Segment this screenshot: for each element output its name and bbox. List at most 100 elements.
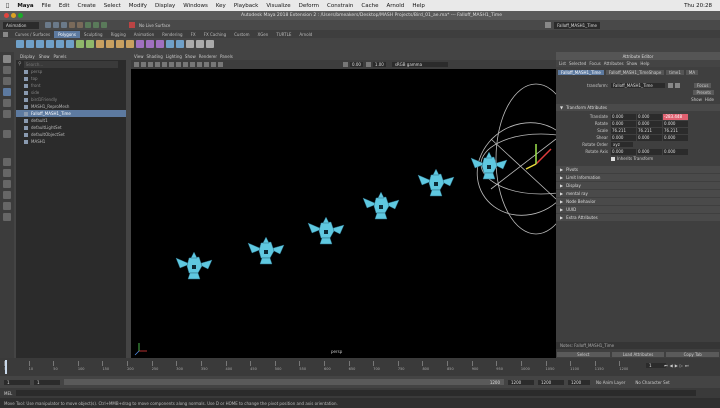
- bridge-icon[interactable]: [106, 40, 114, 48]
- notes-label[interactable]: Notes: Falloff_MASH1_Time: [560, 343, 614, 348]
- attr-field[interactable]: 76.211: [611, 127, 636, 134]
- tab-xgen[interactable]: XGen: [253, 31, 272, 38]
- step-back-icon[interactable]: ◀: [670, 363, 673, 368]
- ae-menu-attributes[interactable]: Attributes: [604, 61, 624, 66]
- auto-map-icon[interactable]: [206, 40, 214, 48]
- attr-field[interactable]: 0.000: [611, 120, 636, 127]
- attr-field[interactable]: 76.211: [663, 127, 688, 134]
- poly-cylinder-icon[interactable]: [36, 40, 44, 48]
- section-collapsed[interactable]: ▶ mental ray: [556, 190, 720, 197]
- vp-motion-blur-icon[interactable]: [211, 62, 216, 67]
- menu-constrain[interactable]: Constrain: [327, 3, 353, 9]
- planar-map-icon[interactable]: [196, 40, 204, 48]
- attr-field[interactable]: 0.000: [663, 120, 688, 127]
- vp-texture-icon[interactable]: [155, 62, 160, 67]
- menu-modify[interactable]: Modify: [129, 3, 147, 9]
- viewport-panel[interactable]: View Shading Lighting Show Renderer Pane…: [131, 52, 556, 358]
- menu-select[interactable]: Select: [104, 3, 121, 9]
- vp-menu-panels[interactable]: Panels: [220, 54, 233, 59]
- new-scene-icon[interactable]: [45, 22, 51, 28]
- falloff-name-field[interactable]: Falloff_MASH1_Time: [554, 21, 600, 29]
- vp-exposure-field[interactable]: 0.00: [350, 62, 363, 67]
- outliner-item[interactable]: default1: [16, 117, 126, 124]
- menu-visualize[interactable]: Visualize: [266, 3, 290, 9]
- outliner-item[interactable]: MASH1_ReproMesh: [16, 103, 126, 110]
- outliner-search-input[interactable]: [23, 60, 118, 68]
- transform-name-field[interactable]: Falloff_MASH1_Time: [611, 83, 665, 88]
- section-collapsed[interactable]: ▶ Display: [556, 182, 720, 189]
- vp-colorspace-select[interactable]: sRGB gamma: [391, 62, 448, 67]
- combine-icon[interactable]: [76, 40, 84, 48]
- tab-arnold[interactable]: Arnold: [295, 31, 316, 38]
- poly-cube-icon[interactable]: [26, 40, 34, 48]
- go-to-start-icon[interactable]: ⏮: [664, 363, 668, 368]
- tab-fx[interactable]: FX: [187, 31, 200, 38]
- tab-animation[interactable]: Animation: [130, 31, 158, 38]
- section-collapsed[interactable]: ▶ Pivots: [556, 166, 720, 173]
- play-forward-icon[interactable]: ▶: [675, 363, 678, 368]
- ae-menu-focus[interactable]: Focus: [589, 61, 600, 66]
- vp-grid-icon[interactable]: [176, 62, 181, 67]
- uv-editor-icon[interactable]: [186, 40, 194, 48]
- current-frame-field[interactable]: 1: [646, 363, 666, 368]
- select-component-icon[interactable]: [101, 22, 107, 28]
- move-tool-icon[interactable]: [3, 88, 11, 96]
- time-slider[interactable]: 5105010015020025030035040045050055060065…: [0, 358, 720, 376]
- vp-menu-show[interactable]: Show: [185, 54, 196, 59]
- bird-instance[interactable]: [247, 236, 285, 265]
- anim-layer-select[interactable]: No Anim Layer: [596, 380, 625, 385]
- tab-curves-surfaces[interactable]: Curves / Surfaces: [11, 31, 54, 38]
- magnet-icon[interactable]: [129, 22, 135, 28]
- menu-deform[interactable]: Deform: [299, 3, 319, 9]
- go-to-input-icon[interactable]: [668, 83, 673, 88]
- vp-menu-lighting[interactable]: Lighting: [166, 54, 182, 59]
- section-transform-attributes[interactable]: ▼ Transform Attributes: [556, 104, 720, 111]
- extrude-icon[interactable]: [96, 40, 104, 48]
- tab-rigging[interactable]: Rigging: [107, 31, 130, 38]
- section-collapsed[interactable]: ▶ Extra Attributes: [556, 214, 720, 221]
- scale-tool-icon[interactable]: [3, 110, 11, 118]
- attr-field[interactable]: 76.211: [637, 127, 662, 134]
- edge-loop-icon[interactable]: [156, 40, 164, 48]
- vp-camera-icon[interactable]: [134, 62, 139, 67]
- outliner-item[interactable]: top: [16, 75, 126, 82]
- menu-windows[interactable]: Windows: [183, 3, 208, 9]
- go-to-output-icon[interactable]: [675, 83, 680, 88]
- workspace-selector[interactable]: Animation: [3, 21, 39, 29]
- fps-field[interactable]: 1200: [568, 379, 590, 385]
- show-label[interactable]: Show: [691, 97, 702, 102]
- inherits-checkbox[interactable]: [611, 156, 615, 161]
- outliner-item[interactable]: Falloff_MASH1_Time: [16, 110, 126, 117]
- vp-gamma-icon[interactable]: [365, 62, 371, 67]
- layout-single-icon[interactable]: [3, 158, 11, 166]
- rotate-axis-z[interactable]: 0.000: [663, 148, 688, 155]
- attr-field[interactable]: 0.000: [611, 134, 636, 141]
- select-hierarchy-icon[interactable]: [85, 22, 91, 28]
- command-input[interactable]: [16, 390, 697, 396]
- bird-instance[interactable]: [362, 191, 400, 220]
- ae-tab-transform[interactable]: Falloff_MASH1_Time: [558, 70, 604, 75]
- minimize-icon[interactable]: [11, 13, 16, 18]
- attr-field[interactable]: -283.448: [663, 113, 688, 120]
- tab-polygons[interactable]: Polygons: [54, 30, 80, 38]
- vp-shadows-icon[interactable]: [169, 62, 174, 67]
- tab-custom[interactable]: Custom: [230, 31, 253, 38]
- tab-turtle[interactable]: TURTLE: [272, 31, 295, 38]
- poly-sphere-icon[interactable]: [16, 40, 24, 48]
- outliner-item[interactable]: front: [16, 82, 126, 89]
- poly-cone-icon[interactable]: [46, 40, 54, 48]
- mel-label[interactable]: MEL: [4, 391, 12, 396]
- viewport-scene[interactable]: persp: [131, 69, 556, 358]
- presets-button[interactable]: Presets: [693, 90, 714, 95]
- merge-icon[interactable]: [126, 40, 134, 48]
- apple-icon[interactable]: : [6, 3, 9, 9]
- vp-xray-icon[interactable]: [190, 62, 195, 67]
- bevel-icon[interactable]: [116, 40, 124, 48]
- hide-label[interactable]: Hide: [705, 97, 714, 102]
- poly-torus-icon[interactable]: [56, 40, 64, 48]
- outliner-menu-show[interactable]: Show: [39, 54, 50, 59]
- range-start-field[interactable]: 1: [4, 379, 30, 385]
- ae-menu-help[interactable]: Help: [640, 61, 649, 66]
- menu-create[interactable]: Create: [78, 3, 96, 9]
- char-set-select[interactable]: No Character Set: [635, 380, 669, 385]
